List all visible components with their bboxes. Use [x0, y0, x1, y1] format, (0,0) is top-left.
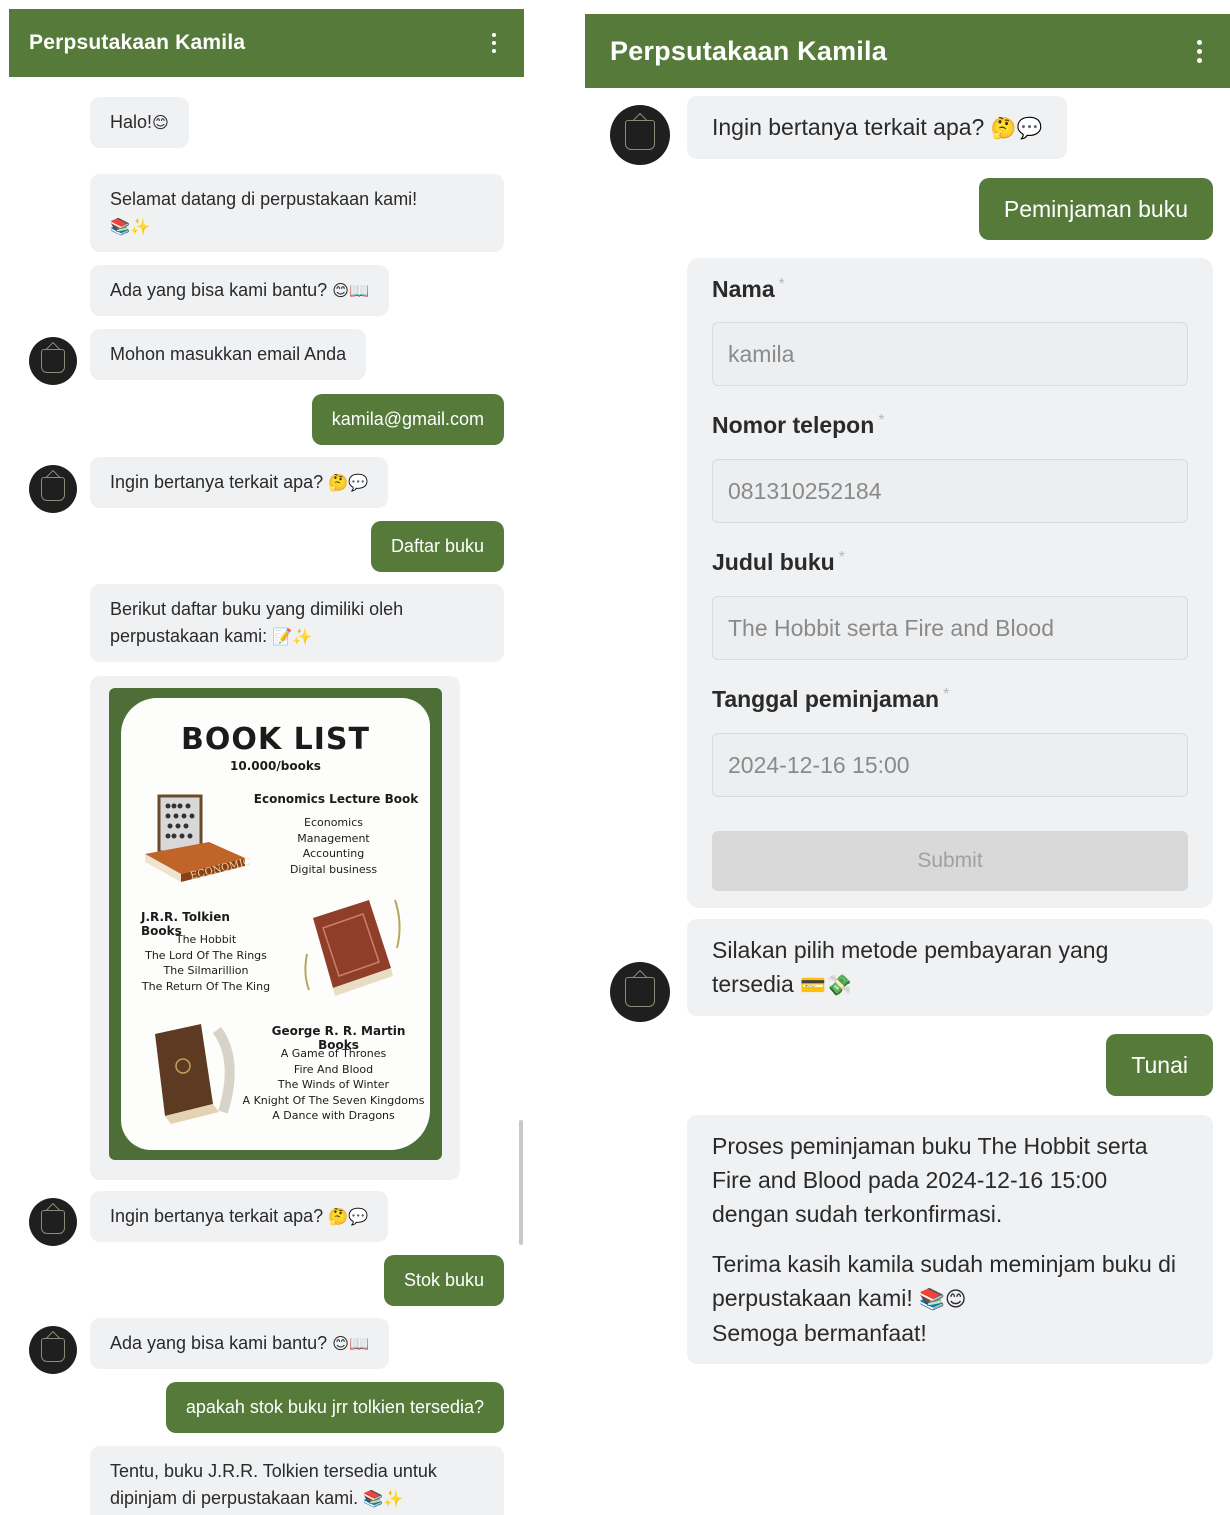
kebab-menu-icon[interactable]: [486, 29, 502, 57]
book-item: Economics: [304, 816, 363, 829]
book-item: The Winds of Winter: [277, 1078, 390, 1091]
required-marker: *: [878, 412, 885, 429]
app-header: Perpsutakaan Kamila: [9, 9, 524, 77]
book-item: Fire And Blood: [293, 1062, 374, 1076]
bot-message: Proses peminjaman buku The Hobbit serta …: [687, 1115, 1213, 1364]
book-item: Digital business: [289, 862, 378, 876]
book-item: The Return Of The King: [141, 979, 271, 993]
scrollbar[interactable]: [519, 1120, 523, 1245]
app-title: Perpsutakaan Kamila: [610, 35, 887, 66]
loan-form: Nama * kamila Nomor telepon * 081310252184…: [687, 258, 1213, 908]
poster-card: BOOK LIST 10.000/books Economics Lecture…: [121, 698, 430, 1150]
user-message: Peminjaman buku: [978, 178, 1213, 240]
section-list: A Game of Thrones Fire And Blood The Win…: [236, 1046, 431, 1124]
bot-message: Ada yang bisa kami bantu? 😊📖: [90, 1318, 390, 1369]
user-message: kamila@gmail.com: [311, 394, 504, 445]
section-list: Economics Management Accounting Digital …: [271, 815, 396, 877]
leaf-sprig-icon: [304, 953, 310, 991]
section-list: The Hobbit The Lord Of The Rings The Sil…: [141, 932, 271, 994]
library-logo-icon: [41, 1338, 65, 1362]
user-message: apakah stok buku jrr tolkien tersedia?: [165, 1382, 504, 1433]
bot-message: Halo!😊: [90, 97, 189, 148]
book-item: The Silmarillion: [163, 964, 249, 977]
book-item: A Game of Thrones: [280, 1047, 387, 1060]
bot-message: Mohon masukkan email Anda: [90, 329, 367, 380]
kebab-menu-icon[interactable]: [1191, 36, 1208, 67]
library-logo-icon: [41, 477, 65, 501]
name-field[interactable]: kamila: [712, 322, 1188, 386]
bot-message: Silakan pilih metode pembayaran yang ter…: [687, 919, 1213, 1016]
user-message: Daftar buku: [370, 521, 504, 572]
book-item: Accounting: [302, 847, 365, 860]
martin-book-illustration: [155, 1024, 235, 1124]
book-list-poster[interactable]: BOOK LIST 10.000/books Economics Lecture…: [109, 688, 442, 1160]
economics-book-illustration: ECONOMICS: [145, 794, 251, 882]
chat-screen-left: Perpsutakaan Kamila Halo!😊 Selamat datan…: [9, 0, 524, 1515]
required-marker: *: [838, 549, 845, 566]
user-message: Stok buku: [383, 1255, 504, 1306]
feather-icon: [212, 1027, 235, 1114]
bot-message: Ingin bertanya terkait apa? 🤔💬: [90, 1191, 389, 1242]
user-message: Tunai: [1106, 1034, 1213, 1096]
name-label: Nama *: [712, 276, 785, 302]
book-item: A Knight Of The Seven Kingdoms: [242, 1093, 425, 1107]
bot-message: Tentu, buku J.R.R. Tolkien tersedia untu…: [90, 1446, 504, 1515]
bot-avatar: [610, 962, 670, 1022]
app-title: Perpsutakaan Kamila: [29, 31, 246, 54]
bot-avatar: [29, 1326, 77, 1374]
loan-date-label: Tanggal peminjaman *: [712, 686, 950, 712]
book-item: Management: [297, 831, 370, 845]
bot-avatar: [29, 1198, 77, 1246]
martin-book-cover: [155, 1024, 213, 1116]
section-heading: Economics Lecture Book: [253, 792, 419, 806]
loan-date-field[interactable]: 2024-12-16 15:00: [712, 733, 1188, 797]
library-logo-icon: [41, 349, 65, 373]
bot-message: Ada yang bisa kami bantu? 😊📖: [90, 265, 390, 316]
library-logo-icon: [625, 120, 655, 150]
bot-message: Berikut daftar buku yang dimiliki oleh p…: [90, 584, 504, 662]
book-item: The Lord Of The Rings: [145, 948, 267, 962]
book-title-label: Judul buku *: [712, 549, 845, 575]
leaf-sprig-icon: [394, 899, 401, 949]
bot-avatar: [610, 105, 670, 165]
required-marker: *: [943, 686, 950, 703]
library-logo-icon: [41, 1210, 65, 1234]
poster-subtitle: 10.000/books: [230, 759, 321, 773]
book-item: The Hobbit: [175, 933, 237, 946]
required-marker: *: [778, 276, 785, 293]
phone-label: Nomor telepon *: [712, 412, 885, 438]
book-title-field[interactable]: The Hobbit serta Fire and Blood: [712, 596, 1188, 660]
submit-button[interactable]: Submit: [712, 831, 1188, 891]
book-list-image-message: BOOK LIST 10.000/books Economics Lecture…: [90, 676, 460, 1180]
bot-message: Ingin bertanya terkait apa? 🤔💬: [687, 96, 1068, 159]
library-logo-icon: [625, 977, 655, 1007]
app-header: Perpsutakaan Kamila: [585, 14, 1230, 88]
tolkien-book-illustration: [304, 899, 401, 996]
bot-avatar: [29, 337, 77, 385]
bot-avatar: [29, 465, 77, 513]
chat-screen-right: Perpsutakaan Kamila Ingin bertanya terka…: [585, 0, 1230, 1515]
bot-message: Ingin bertanya terkait apa? 🤔💬: [90, 457, 389, 508]
bot-message: Selamat datang di perpustakaan kami! 📚✨: [90, 174, 504, 252]
phone-field[interactable]: 081310252184: [712, 459, 1188, 523]
poster-title: BOOK LIST: [181, 722, 370, 757]
book-item: A Dance with Dragons: [272, 1109, 395, 1122]
